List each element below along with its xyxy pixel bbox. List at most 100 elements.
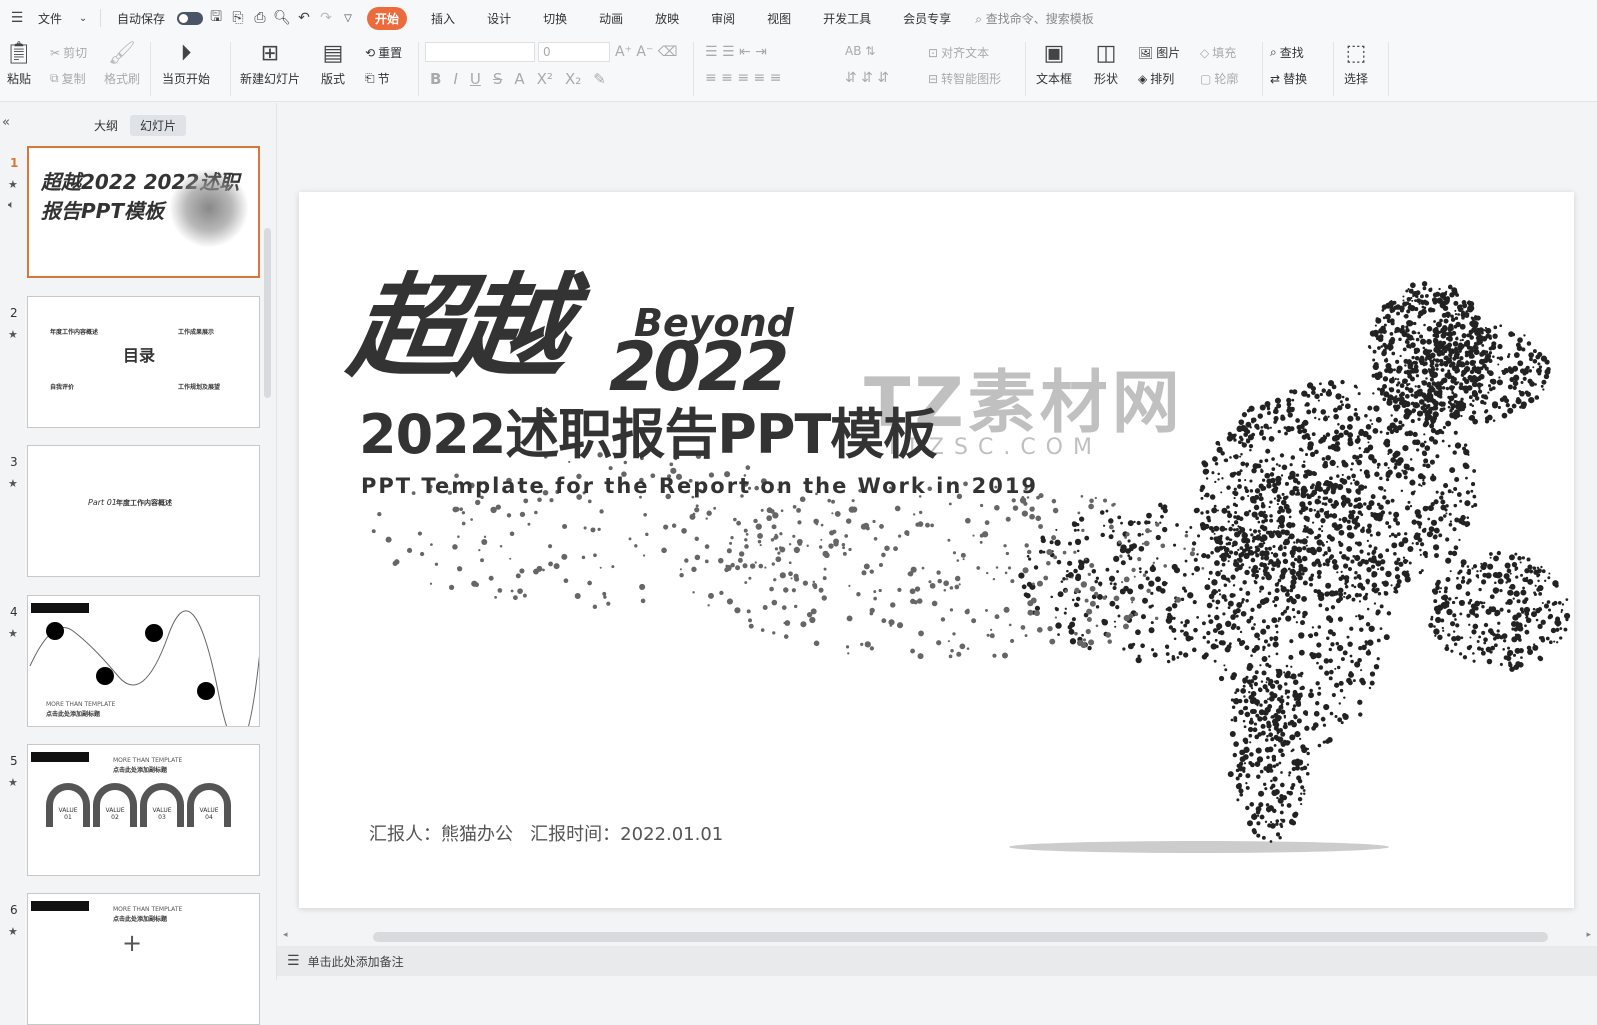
notes-placeholder: 单击此处添加备注 <box>307 954 404 969</box>
tab-home[interactable]: 开始 <box>367 6 408 30</box>
redo-icon[interactable]: ↷ <box>317 9 335 27</box>
tab-insert[interactable]: 插入 <box>423 7 463 30</box>
subscript-icon[interactable]: X₂ <box>565 70 581 88</box>
export-icon[interactable]: ⎘ <box>229 9 247 27</box>
list-buttons[interactable]: ☰ ☰ ⇤ ⇥ <box>705 44 767 60</box>
thumb-value: VALUE 04 <box>199 807 219 821</box>
underline-icon[interactable]: U <box>470 70 481 88</box>
align-text-button[interactable]: ⊡ 对齐文本 <box>928 44 989 61</box>
superscript-icon[interactable]: X² <box>537 70 553 88</box>
shape-button[interactable]: ◫ 形状 <box>1093 40 1119 87</box>
save-icon[interactable]: 🖫 <box>207 9 225 27</box>
strikethrough-icon[interactable]: S <box>493 70 503 88</box>
file-menu[interactable]: 文件 <box>30 7 70 30</box>
print-preview-icon[interactable]: 🔍︎ <box>273 9 291 27</box>
notes-area[interactable]: ☰ 单击此处添加备注 <box>277 946 1597 976</box>
collapse-panel-icon[interactable]: « <box>2 115 10 130</box>
tab-developer[interactable]: 开发工具 <box>815 7 879 30</box>
autosave-toggle[interactable] <box>177 11 204 25</box>
picture-button[interactable]: 🖼︎ 图片 <box>1138 44 1180 61</box>
fill-button[interactable]: ◇ 填充 <box>1200 44 1236 61</box>
section-button[interactable]: ⎗ 节 <box>365 70 390 87</box>
tab-review[interactable]: 审阅 <box>703 7 743 30</box>
play-from-current-button[interactable]: ⏵ 当页开始 <box>162 40 210 87</box>
align-buttons[interactable]: ≡ ≡ ≡ ≡ ≡ <box>705 70 781 86</box>
font-color-icon[interactable]: A <box>514 70 524 88</box>
slide-canvas[interactable]: TZ素材网 ITZSC.COM 超越 Beyond 2022 2022述职报告P… <box>299 192 1574 908</box>
scroll-left-icon[interactable]: ◂ <box>283 930 288 940</box>
slide-thumbnail[interactable]: MORE THAN TEMPLATE 点击此处添加副标题 VALUE 01 VALUE… <box>27 744 260 876</box>
add-slide-button[interactable]: + <box>122 929 142 957</box>
text-direction-buttons[interactable]: AB ⇅ <box>845 44 875 58</box>
smart-art-label: 转智能图形 <box>941 72 1002 86</box>
line-spacing-buttons[interactable]: ⇵ ⇵ ⇵ <box>845 70 889 86</box>
outline-icon: ▢ <box>1200 71 1212 86</box>
tab-view[interactable]: 视图 <box>759 7 799 30</box>
cut-button[interactable]: ✂ 剪切 <box>50 44 87 61</box>
layout-button[interactable]: ▤ 版式 <box>320 40 346 87</box>
undo-icon[interactable]: ↶ <box>295 9 313 27</box>
outline-label: 轮廓 <box>1214 72 1239 86</box>
paste-label: 粘贴 <box>6 72 31 86</box>
bold-icon[interactable]: B <box>430 70 441 88</box>
audio-icon: 🔈︎ <box>8 198 15 211</box>
copy-label: 复制 <box>61 72 86 86</box>
tab-transitions[interactable]: 切换 <box>535 7 575 30</box>
italic-icon[interactable]: I <box>453 70 457 88</box>
tab-slideshow[interactable]: 放映 <box>647 7 687 30</box>
customize-icon[interactable]: ▽ <box>339 9 357 27</box>
smart-art-button[interactable]: ⊟ 转智能图形 <box>928 70 1001 87</box>
slide-thumbnail[interactable]: 超越2022 2022述职报告PPT模板 <box>27 146 260 278</box>
panel-scrollbar[interactable] <box>264 228 271 398</box>
divider <box>693 42 694 96</box>
scissors-icon: ✂ <box>50 45 61 60</box>
text-box-button[interactable]: ▣ 文本框 <box>1036 40 1072 87</box>
slide-thumbnail[interactable]: Part 01 年度工作内容概述 <box>27 445 260 577</box>
print-icon[interactable]: ⎙ <box>251 9 269 27</box>
outline-button[interactable]: ▢ 轮廓 <box>1200 70 1238 87</box>
tab-member[interactable]: 会员专享 <box>895 7 959 30</box>
tab-outline[interactable]: 大纲 <box>84 115 128 136</box>
layout-label: 版式 <box>320 72 345 86</box>
highlight-icon[interactable]: ✎ <box>593 70 606 88</box>
slide-thumbnail[interactable]: 目录 年度工作内容概述 工作成果展示 自我评价 工作规划及展望 <box>27 296 260 428</box>
tab-animation[interactable]: 动画 <box>591 7 631 30</box>
font-size-select[interactable]: 0 <box>538 42 610 62</box>
smart-art-icon: ⊟ <box>928 71 939 86</box>
thumb-toc-item: 工作成果展示 <box>178 329 215 336</box>
copy-button[interactable]: ⧉ 复制 <box>50 70 86 87</box>
search-icon: ⌕ <box>1270 45 1277 59</box>
slide-thumbnail[interactable]: MORE THAN TEMPLATE 点击此处添加副标题 <box>27 893 260 1025</box>
font-style-buttons[interactable]: B I U S A X² X₂ ✎ <box>430 70 606 88</box>
reset-button[interactable]: ⟲ 重置 <box>365 44 402 61</box>
select-button[interactable]: ⬚ 选择 <box>1343 40 1369 87</box>
find-button[interactable]: ⌕ 查找 <box>1270 44 1304 61</box>
divider <box>100 9 102 27</box>
arrange-button[interactable]: ◈ 排列 <box>1138 70 1174 87</box>
scroll-right-icon[interactable]: ▸ <box>1586 930 1591 940</box>
menu-icon[interactable]: ☰ <box>8 9 26 27</box>
scroll-thumb[interactable] <box>373 932 1548 942</box>
thumb-part: Part 01 <box>88 498 117 507</box>
year-text: 2022 <box>609 328 789 407</box>
slide-panel: « 大纲 幻灯片 1 ★ 🔈︎ 超越2022 2022述职报告PPT模板 2 ★ 目录 年度工… <box>0 103 277 1025</box>
new-slide-button[interactable]: ⊞ 新建幻灯片 <box>240 40 300 87</box>
divider <box>1262 42 1263 96</box>
text-box-icon: ▣ <box>1043 40 1065 66</box>
text-box-label: 文本框 <box>1036 72 1073 86</box>
replace-button[interactable]: ⇄ 替换 <box>1270 70 1307 87</box>
chevron-down-icon[interactable]: ⌄ <box>74 9 92 27</box>
format-painter-button[interactable]: 🖌︎ 格式刷 <box>104 40 140 87</box>
reset-icon: ⟲ <box>365 45 376 60</box>
horizontal-scrollbar[interactable]: ◂ ▸ <box>283 930 1597 944</box>
font-resize-buttons[interactable]: A⁺ A⁻ ⌫ <box>615 44 678 60</box>
font-name-select[interactable] <box>425 42 535 62</box>
command-search[interactable]: ⌕ 查找命令、搜索模板 <box>975 10 1094 27</box>
tab-slides[interactable]: 幻灯片 <box>130 115 187 136</box>
thumb-title: 年度工作内容概述 <box>116 499 172 507</box>
select-cursor-icon: ⬚ <box>1345 40 1367 66</box>
tab-design[interactable]: 设计 <box>479 7 519 30</box>
thumb-header-bar <box>31 901 89 911</box>
paste-button[interactable]: 📋︎ 粘贴 <box>5 40 33 87</box>
slide-thumbnail[interactable]: MORE THAN TEMPLATE 点击此处添加副标题 <box>27 595 260 727</box>
